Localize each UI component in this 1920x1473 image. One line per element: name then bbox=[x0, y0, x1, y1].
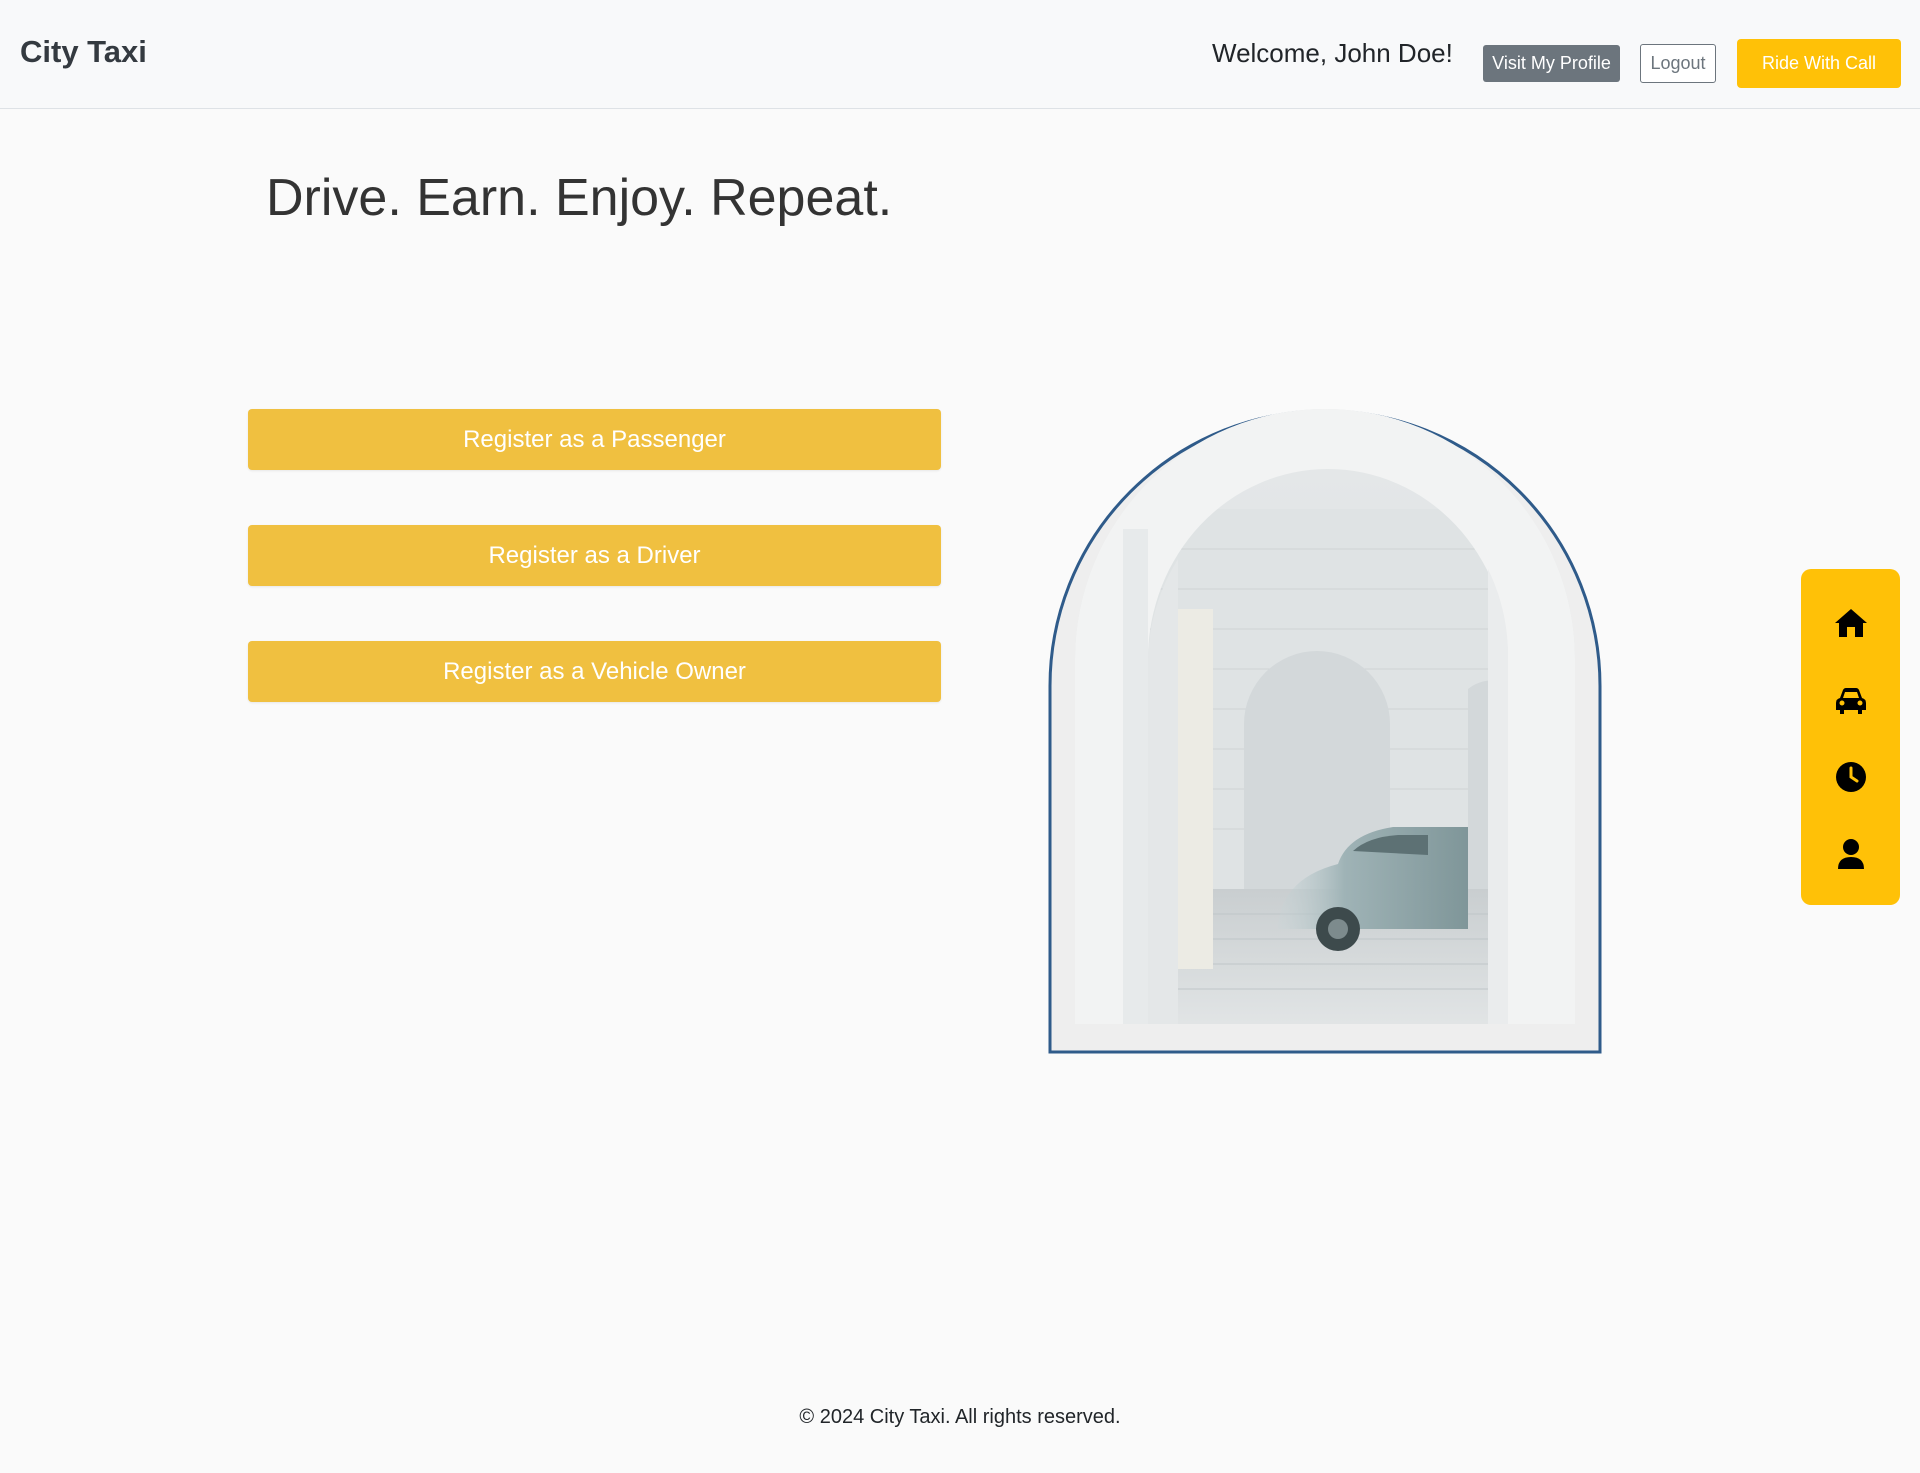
register-vehicle-owner-button[interactable]: Register as a Vehicle Owner bbox=[248, 641, 941, 702]
home-icon[interactable] bbox=[1831, 603, 1871, 643]
arch-car-illustration bbox=[1048, 409, 1602, 1054]
user-icon[interactable] bbox=[1831, 834, 1871, 874]
car-icon[interactable] bbox=[1831, 681, 1871, 721]
navbar: City Taxi Welcome, John Doe! Visit My Pr… bbox=[0, 0, 1920, 109]
logout-button[interactable]: Logout bbox=[1640, 44, 1716, 83]
register-driver-button[interactable]: Register as a Driver bbox=[248, 525, 941, 586]
brand-logo[interactable]: City Taxi bbox=[20, 34, 147, 70]
register-passenger-button[interactable]: Register as a Passenger bbox=[248, 409, 941, 470]
hero-title: Drive. Earn. Enjoy. Repeat. bbox=[266, 169, 893, 227]
footer-copyright: © 2024 City Taxi. All rights reserved. bbox=[799, 1406, 1121, 1428]
visit-profile-button[interactable]: Visit My Profile bbox=[1483, 45, 1620, 82]
quick-nav-sidebar bbox=[1801, 569, 1900, 905]
clock-icon[interactable] bbox=[1831, 757, 1871, 797]
welcome-message: Welcome, John Doe! bbox=[1212, 38, 1453, 68]
hero-image-arch bbox=[1048, 409, 1603, 1055]
ride-with-call-button[interactable]: Ride With Call bbox=[1737, 39, 1901, 88]
